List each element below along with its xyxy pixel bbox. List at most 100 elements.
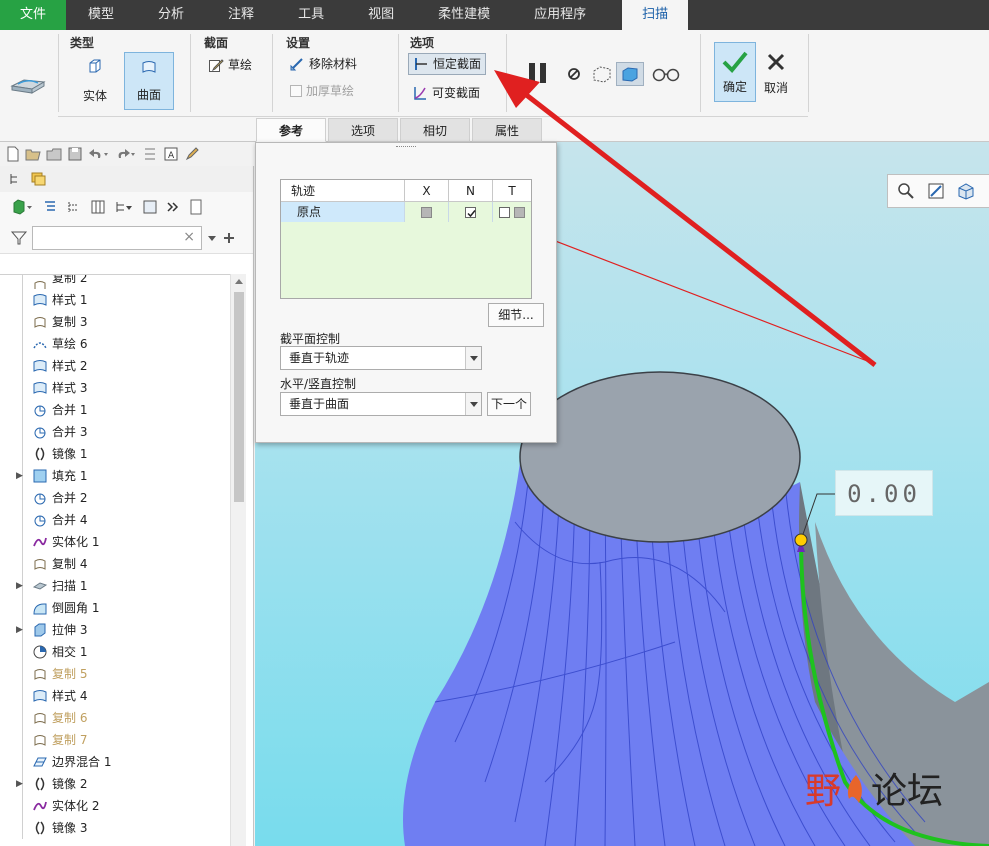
save-icon[interactable] (67, 146, 83, 162)
trajectory-table[interactable]: 轨迹 X N T 原点 (280, 179, 532, 299)
tree-scrollbar[interactable] (230, 274, 246, 846)
tab-options[interactable]: 选项 (328, 118, 398, 142)
tree-item[interactable]: 边界混合 1 (0, 751, 230, 773)
menu-applications[interactable]: 应用程序 (512, 0, 608, 30)
tree-item[interactable]: 复制 2 (0, 275, 230, 289)
part-dropdown-icon[interactable] (12, 199, 34, 215)
open-folder-icon[interactable] (46, 146, 62, 162)
expand-arrow-icon[interactable]: ▶ (16, 619, 23, 641)
tree-item[interactable]: 样式 1 (0, 289, 230, 311)
expand-arrow-icon[interactable]: ▶ (16, 465, 23, 487)
tree-search-input[interactable]: × (32, 225, 202, 250)
tree-item[interactable]: 合并 4 (0, 509, 230, 531)
next-button[interactable]: 下一个 (487, 392, 531, 416)
menu-analysis[interactable]: 分析 (136, 0, 206, 30)
tab-references[interactable]: 参考 (256, 118, 326, 142)
tree-item[interactable]: 镜像 1 (0, 443, 230, 465)
expand-arrow-icon[interactable]: ▶ (16, 575, 23, 597)
tree-item[interactable]: 实体化 1 (0, 531, 230, 553)
scrollbar-thumb[interactable] (234, 292, 244, 502)
model-tree-tab-icon[interactable] (8, 172, 22, 186)
new-file-icon[interactable] (6, 146, 20, 162)
menu-view[interactable]: 视图 (346, 0, 416, 30)
expand-arrow-icon[interactable]: ▶ (16, 773, 23, 795)
menu-flexible-modeling[interactable]: 柔性建模 (416, 0, 512, 30)
tree-item[interactable]: 合并 1 (0, 399, 230, 421)
tree-item[interactable]: 倒圆角 1 (0, 597, 230, 619)
tree-filter-icon[interactable] (66, 199, 82, 215)
more-chevron-icon[interactable] (166, 199, 180, 215)
dimension-value-box[interactable]: 0.00 (835, 470, 933, 516)
clear-search-icon[interactable]: × (183, 229, 195, 245)
tree-item[interactable]: 样式 4 (0, 685, 230, 707)
filter-funnel-icon[interactable] (10, 229, 28, 247)
sketch-button[interactable]: 草绘 (208, 54, 252, 76)
tree-item[interactable]: 草绘 6 (0, 333, 230, 355)
solid-label: 实体 (82, 89, 107, 103)
start-point-handle[interactable] (794, 533, 808, 547)
tree-item[interactable]: 合并 3 (0, 421, 230, 443)
tree-notes-icon[interactable] (188, 199, 204, 215)
t-checkbox-1[interactable] (499, 207, 511, 218)
solid-button[interactable]: 实体 (70, 52, 120, 110)
remove-material-button[interactable]: 移除材料 (289, 53, 357, 75)
tree-item[interactable]: ▶ 拉伸 3 (0, 619, 230, 641)
constant-section-button[interactable]: 恒定截面 (408, 53, 486, 75)
view-cube-icon[interactable] (956, 181, 976, 201)
zoom-icon[interactable] (896, 181, 916, 201)
copy-icon (34, 281, 46, 289)
tree-item-label: 样式 1 (52, 293, 88, 307)
menu-annotate[interactable]: 注释 (206, 0, 276, 30)
refit-icon[interactable] (926, 181, 946, 201)
tree-item[interactable]: ▶ 镜像 2 (0, 773, 230, 795)
x-checkbox[interactable] (421, 207, 432, 218)
tree-layers-icon[interactable] (142, 199, 158, 215)
filter-dropdown-icon[interactable] (206, 232, 218, 244)
thicken-sketch-button[interactable]: 加厚草绘 (290, 80, 354, 102)
tree-item[interactable]: 实体化 2 (0, 795, 230, 817)
tree-item[interactable]: 相交 1 (0, 641, 230, 663)
folder-browser-tab-icon[interactable] (30, 170, 48, 188)
tree-item[interactable]: 复制 5 (0, 663, 230, 685)
tree-item[interactable]: 复制 7 (0, 729, 230, 751)
ribbon-separator (58, 34, 59, 112)
tree-item-label: 填充 1 (52, 469, 88, 483)
tree-show-icon[interactable] (42, 199, 58, 215)
menu-sweep[interactable]: 扫描 (622, 0, 689, 30)
add-filter-icon[interactable] (222, 231, 236, 245)
trajectory-row[interactable]: 原点 (281, 202, 531, 222)
menu-model[interactable]: 模型 (66, 0, 136, 30)
edit-icon[interactable] (184, 146, 200, 162)
t-checkbox-2[interactable] (513, 207, 525, 218)
tree-item[interactable]: 合并 2 (0, 487, 230, 509)
panel-grip[interactable] (396, 146, 416, 150)
surface-button[interactable]: 曲面 (124, 52, 174, 110)
annotation-icon[interactable]: A (163, 146, 179, 162)
tab-tangency[interactable]: 相切 (400, 118, 470, 142)
tree-columns-icon[interactable] (90, 199, 106, 215)
scroll-up-icon[interactable] (234, 277, 244, 285)
hv-control-select[interactable]: 垂直于曲面 (280, 392, 482, 416)
redo-icon[interactable] (115, 146, 137, 162)
tree-settings-icon[interactable] (114, 199, 134, 215)
details-button[interactable]: 细节... (488, 303, 544, 327)
regenerate-icon[interactable] (142, 146, 158, 162)
menu-tools[interactable]: 工具 (276, 0, 346, 30)
tree-item-label: 倒圆角 1 (52, 601, 100, 615)
tree-item[interactable]: 样式 2 (0, 355, 230, 377)
tree-item[interactable]: ▶ 填充 1 (0, 465, 230, 487)
tree-item[interactable]: 镜像 3 (0, 817, 230, 839)
open-icon[interactable] (25, 146, 41, 162)
tree-item[interactable]: 样式 3 (0, 377, 230, 399)
sweep-icon (32, 582, 48, 590)
menu-file[interactable]: 文件 (0, 0, 67, 30)
n-checkbox[interactable] (465, 207, 476, 218)
tree-item[interactable]: ▶ 扫描 1 (0, 575, 230, 597)
tree-item[interactable]: 复制 6 (0, 707, 230, 729)
tree-item[interactable]: 复制 3 (0, 311, 230, 333)
undo-icon[interactable] (88, 146, 110, 162)
top-section-face[interactable] (519, 371, 801, 543)
section-plane-control-select[interactable]: 垂直于轨迹 (280, 346, 482, 370)
variable-section-button[interactable]: 可变截面 (412, 82, 480, 104)
tree-item[interactable]: 复制 4 (0, 553, 230, 575)
